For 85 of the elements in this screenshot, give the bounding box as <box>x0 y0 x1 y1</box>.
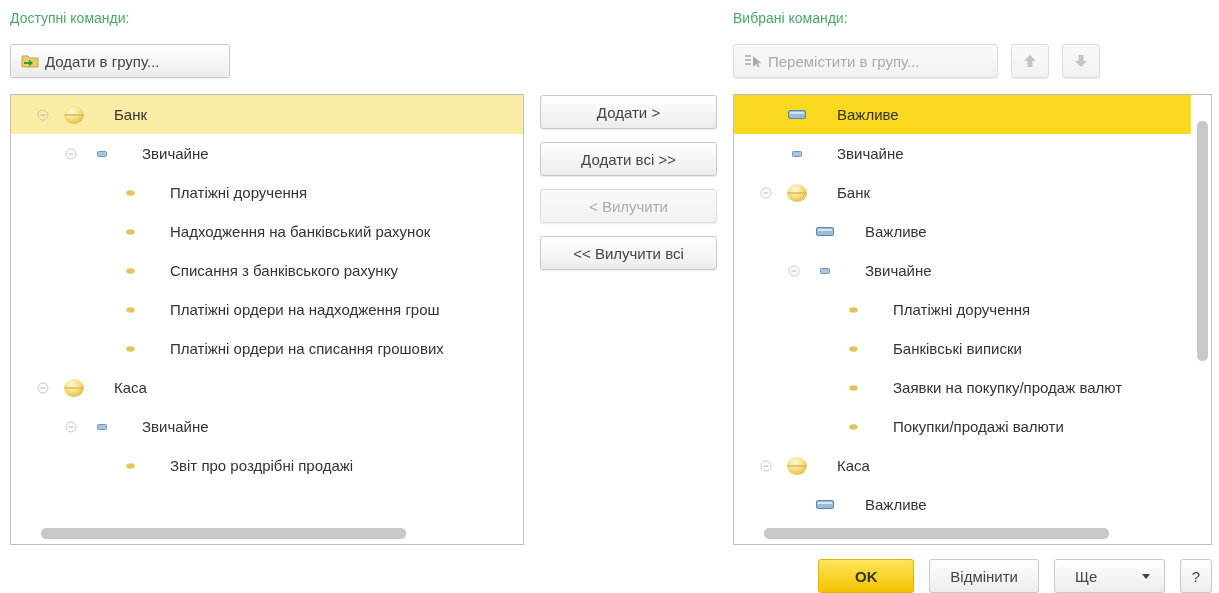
tree-item-label: Платіжні ордери на надходження грош <box>170 301 440 318</box>
bar-icon <box>820 267 830 274</box>
collapse-icon[interactable] <box>65 420 77 433</box>
tree-item-label: Платіжні ордери на списання грошових <box>170 340 444 357</box>
dot-icon <box>125 345 135 352</box>
ball-icon <box>786 455 808 476</box>
transfer-button[interactable]: Додати всі >> <box>540 142 717 176</box>
tree-row[interactable]: Звичайне <box>11 134 523 173</box>
tree-item-label: Списання з банківського рахунку <box>170 262 398 279</box>
ok-button[interactable]: OK <box>818 559 915 593</box>
tree-item-label: Звичайне <box>837 145 904 162</box>
tree-row[interactable]: Надходження на банківський рахунок <box>11 212 523 251</box>
tree-item-label: Покупки/продажі валюти <box>893 418 1064 435</box>
tree-item-label: Каса <box>114 379 147 396</box>
tree-row[interactable]: Звіт про роздрібні продажі <box>11 446 523 485</box>
more-button[interactable]: Ще <box>1054 559 1165 593</box>
collapse-icon[interactable] <box>788 264 800 277</box>
dot-icon <box>125 189 135 196</box>
tree-row[interactable]: Звичайне <box>734 251 1191 290</box>
dot-icon <box>125 228 135 235</box>
tree-row[interactable]: Банк <box>11 95 523 134</box>
transfer-button[interactable]: << Вилучити всі <box>540 236 717 270</box>
add-to-group-button[interactable]: Додати в групу... <box>10 44 230 78</box>
tree-row[interactable]: Заявки на покупку/продаж валют <box>734 368 1191 407</box>
tree-item-label: Звичайне <box>142 145 209 162</box>
tree-item-label: Важливе <box>837 106 899 123</box>
bar-icon <box>792 150 802 157</box>
tree-row[interactable]: Списання з банківського рахунку <box>11 251 523 290</box>
transfer-button[interactable]: Додати > <box>540 95 717 129</box>
tree-item-label: Звичайне <box>142 418 209 435</box>
tree-item-label: Важливе <box>865 496 927 513</box>
tree-row[interactable]: Покупки/продажі валюти <box>734 407 1191 446</box>
tree-item-label: Заявки на покупку/продаж валют <box>893 379 1123 396</box>
collapse-icon[interactable] <box>760 186 772 199</box>
dot-icon <box>125 462 135 469</box>
tree-row[interactable]: Банк <box>734 173 1191 212</box>
tree-row[interactable]: Важливе <box>734 95 1191 134</box>
move-icon <box>744 54 762 68</box>
tree-row[interactable]: Платіжні ордери на надходження грош <box>11 290 523 329</box>
tree-item-label: Звичайне <box>865 262 932 279</box>
tree-row[interactable]: Важливе <box>734 485 1191 520</box>
dot-icon <box>848 384 858 391</box>
bar-icon <box>97 150 107 157</box>
tree-item-label: Банк <box>114 106 148 123</box>
tree-row[interactable]: Каса <box>11 368 523 407</box>
bar-icon <box>816 227 834 236</box>
collapse-icon[interactable] <box>37 108 49 121</box>
tree-row[interactable]: Каса <box>734 446 1191 485</box>
tree-item-label: Платіжні доручення <box>170 184 308 201</box>
ball-icon <box>63 104 85 125</box>
down-arrow-icon <box>1074 54 1088 68</box>
up-arrow-icon <box>1023 54 1037 68</box>
folder-icon <box>21 54 39 68</box>
collapse-icon[interactable] <box>760 459 772 472</box>
ball-icon <box>786 182 808 203</box>
dot-icon <box>848 306 858 313</box>
dialog-button[interactable]: ? <box>1180 559 1212 593</box>
tree-item-label: Важливе <box>865 223 927 240</box>
dialog-button[interactable]: Відмінити <box>929 559 1039 593</box>
tree-row[interactable]: Платіжні доручення <box>734 290 1191 329</box>
tree-item-label: Каса <box>837 457 870 474</box>
tree-row[interactable]: Важливе <box>734 212 1191 251</box>
dot-icon <box>125 306 135 313</box>
ball-icon <box>63 377 85 398</box>
tree-item-label: Банк <box>837 184 871 201</box>
collapse-icon[interactable] <box>65 147 77 160</box>
tree-item-label: Платіжні доручення <box>893 301 1031 318</box>
bar-icon <box>97 423 107 430</box>
section-label: Доступні команди: <box>10 9 131 28</box>
bar-icon <box>816 500 834 509</box>
tree-item-label: Звіт про роздрібні продажі <box>170 457 354 474</box>
tree-item-label: Банківські виписки <box>893 340 1022 357</box>
collapse-icon[interactable] <box>37 381 49 394</box>
tree-row[interactable]: Платіжні доручення <box>11 173 523 212</box>
tree-row[interactable]: Банківські виписки <box>734 329 1191 368</box>
section-label: Вибрані команди: <box>733 9 849 28</box>
tree-row[interactable]: Платіжні ордери на списання грошових <box>11 329 523 368</box>
caret-icon <box>1142 573 1150 579</box>
dot-icon <box>125 267 135 274</box>
tree-row[interactable]: Звичайне <box>734 134 1191 173</box>
dot-icon <box>848 423 858 430</box>
dot-icon <box>848 345 858 352</box>
tree-item-label: Надходження на банківський рахунок <box>170 223 431 240</box>
tree-row[interactable]: Звичайне <box>11 407 523 446</box>
bar-icon <box>788 110 806 119</box>
